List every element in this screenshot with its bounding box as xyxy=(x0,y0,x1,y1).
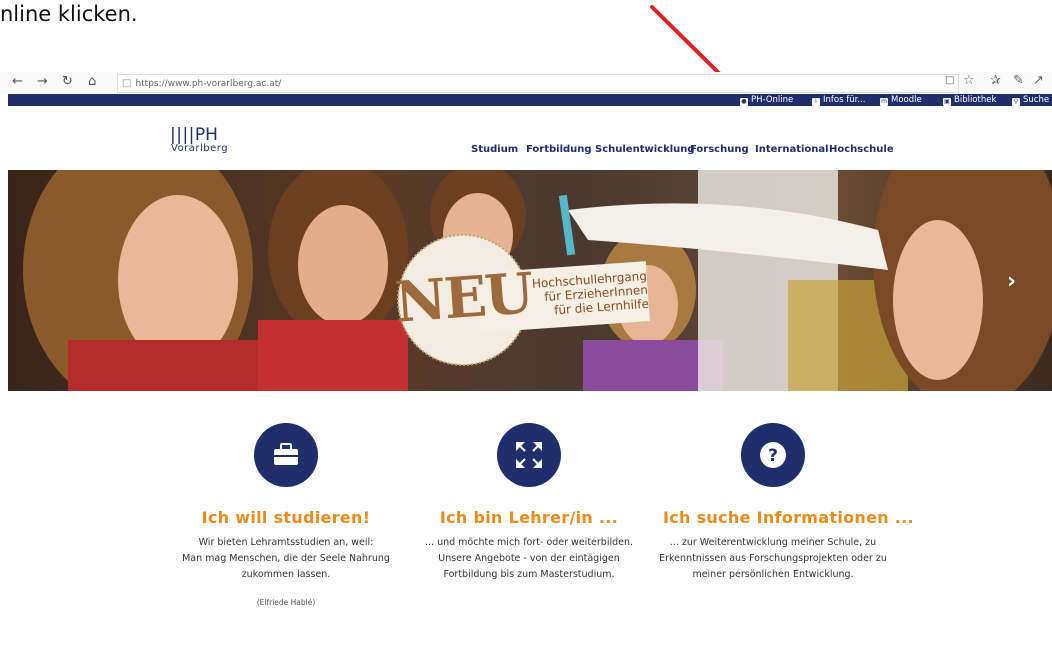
nav-forschung[interactable]: Forschung xyxy=(690,144,749,155)
feature-text: ... und möchte mich fort- oder weiterbil… xyxy=(424,537,634,580)
address-bar[interactable]: □ https://www.ph-vorarlberg.ac.at/ xyxy=(117,74,959,93)
ph-online-icon: ● xyxy=(740,98,748,106)
library-icon: ▣ xyxy=(943,98,951,106)
ph-logo[interactable]: ||||PH xyxy=(170,125,218,145)
topbar-link-bibliothek[interactable]: ▣ Bibliothek xyxy=(943,94,996,106)
briefcase-icon xyxy=(274,443,298,465)
feature-lehrer-button[interactable] xyxy=(497,423,561,487)
url-text: https://www.ph-vorarlberg.ac.at/ xyxy=(135,79,282,89)
nav-hochschule[interactable]: Hochschule xyxy=(829,144,894,155)
feature-title[interactable]: Ich suche Informationen ... xyxy=(663,508,914,527)
feature-informationen-button[interactable]: ? xyxy=(741,423,805,487)
favorites-icon[interactable]: ✰ xyxy=(990,73,1001,88)
share-icon[interactable]: ↗ xyxy=(1033,73,1044,88)
home-icon[interactable]: ⌂ xyxy=(88,74,96,89)
reading-view-icon[interactable]: □ xyxy=(945,75,954,86)
instruction-caption: nline klicken. xyxy=(0,2,138,26)
topbar-link-infos[interactable]: i Infos für... xyxy=(812,94,865,106)
refresh-icon[interactable]: ↻ xyxy=(62,74,73,89)
search-icon: ⚲ xyxy=(1012,98,1020,106)
feature-text: Wir bieten Lehramtsstudien an, weil: Man… xyxy=(182,537,390,580)
nav-international[interactable]: International xyxy=(755,144,829,155)
slider-next-icon[interactable]: › xyxy=(1007,269,1016,294)
question-icon: ? xyxy=(760,442,786,468)
hero-slider[interactable]: NEU Hochschullehrgang für ErzieherInnen … xyxy=(8,170,1052,391)
feature-studieren-button[interactable] xyxy=(254,423,318,487)
notes-icon[interactable]: ✎ xyxy=(1013,73,1024,88)
forward-icon[interactable]: → xyxy=(37,74,48,89)
nav-fortbildung[interactable]: Fortbildung xyxy=(526,144,592,155)
nav-schulentwicklung[interactable]: Schulentwicklung xyxy=(595,144,695,155)
logo-bars: |||| xyxy=(170,125,195,145)
moodle-icon: m xyxy=(880,98,888,106)
quote-author: (Elfriede Hablé) xyxy=(256,598,316,607)
expand-arrows-icon xyxy=(516,442,542,468)
feature-title[interactable]: Ich will studieren! xyxy=(186,508,386,527)
lock-icon: □ xyxy=(122,78,132,89)
logo-subtitle: Vorarlberg xyxy=(171,143,229,154)
nav-studium[interactable]: Studium xyxy=(471,144,518,155)
svg-text:?: ? xyxy=(768,446,778,466)
topbar-link-ph-online[interactable]: ● PH-Online xyxy=(740,94,793,106)
feature-text: ... zur Weiterentwicklung meiner Schule,… xyxy=(659,537,887,580)
topbar-link-moodle[interactable]: m Moodle xyxy=(880,94,922,106)
logo-ph-text: PH xyxy=(194,125,218,145)
back-icon[interactable]: ← xyxy=(12,74,23,89)
favorite-star-icon[interactable]: ☆ xyxy=(963,73,975,88)
feature-title[interactable]: Ich bin Lehrer/in ... xyxy=(429,508,629,527)
topbar-link-suche[interactable]: ⚲ Suche xyxy=(1012,94,1049,106)
info-icon: i xyxy=(812,98,820,106)
